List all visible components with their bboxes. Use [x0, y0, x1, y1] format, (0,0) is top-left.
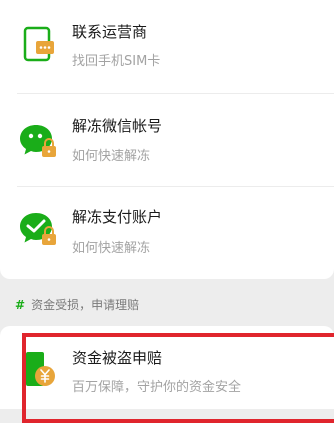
recovery-options-card: 联系运营商 找回手机SIM卡 解冻微信帐号 如何快速解冻 解冻支付账户 如何快速…: [0, 0, 334, 279]
wechat-lock-icon: [17, 119, 59, 161]
unfreeze-wechat-account-subtitle: 如何快速解冻: [72, 149, 151, 164]
unfreeze-payment-account-item[interactable]: 解冻支付账户 如何快速解冻: [0, 189, 334, 269]
section-header: # 资金受损，申请理赔: [15, 296, 139, 313]
section-header-label: 资金受损，申请理赔: [31, 298, 140, 312]
claim-card: 资金被盗申赔 百万保障，守护你的资金安全: [0, 326, 334, 409]
fund-theft-claim-item[interactable]: 资金被盗申赔 百万保障，守护你的资金安全: [0, 326, 334, 406]
contact-carrier-item[interactable]: 联系运营商 找回手机SIM卡: [0, 0, 334, 80]
fund-theft-claim-title: 资金被盗申赔: [72, 349, 163, 367]
money-claim-icon: [17, 348, 59, 390]
wechat-pay-lock-icon: [17, 207, 59, 249]
unfreeze-payment-account-subtitle: 如何快速解冻: [72, 241, 151, 256]
contact-carrier-title: 联系运营商: [72, 23, 148, 41]
divider: [17, 186, 334, 187]
unfreeze-wechat-account-title: 解冻微信帐号: [72, 117, 163, 135]
contact-carrier-subtitle: 找回手机SIM卡: [72, 54, 161, 69]
hash-icon: #: [15, 298, 26, 312]
unfreeze-payment-account-title: 解冻支付账户: [72, 208, 163, 226]
unfreeze-wechat-account-item[interactable]: 解冻微信帐号 如何快速解冻: [0, 99, 334, 179]
sim-card-phone-icon: [17, 24, 59, 66]
fund-theft-claim-subtitle: 百万保障，守护你的资金安全: [72, 380, 242, 395]
divider: [17, 93, 334, 94]
